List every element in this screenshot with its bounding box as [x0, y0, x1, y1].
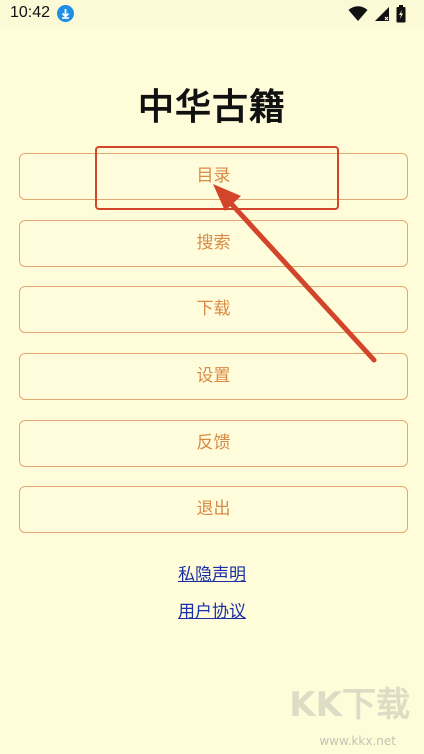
- watermark-logo: KK下载: [289, 685, 410, 725]
- annotation-highlight-box: [95, 146, 339, 210]
- app-title: 中华古籍: [137, 87, 286, 128]
- download-button[interactable]: 下载: [19, 286, 408, 334]
- status-bar: 10:42: [0, 0, 424, 28]
- status-time: 10:42: [10, 4, 51, 21]
- main-menu: 目录 搜索 下载 设置 反馈 退出: [19, 153, 408, 553]
- system-icons: [348, 5, 406, 23]
- search-button[interactable]: 搜索: [19, 219, 408, 267]
- feedback-button[interactable]: 反馈: [19, 419, 408, 467]
- privacy-statement-link[interactable]: 私隐声明: [0, 560, 424, 585]
- battery-icon: [396, 5, 406, 23]
- watermark-url: www.kkx.net: [319, 734, 396, 748]
- download-icon: [57, 5, 74, 22]
- exit-button[interactable]: 退出: [19, 486, 408, 534]
- user-agreement-link[interactable]: 用户协议: [0, 597, 424, 622]
- wifi-icon: [348, 6, 368, 21]
- signal-icon: [375, 7, 389, 21]
- settings-button[interactable]: 设置: [19, 353, 408, 401]
